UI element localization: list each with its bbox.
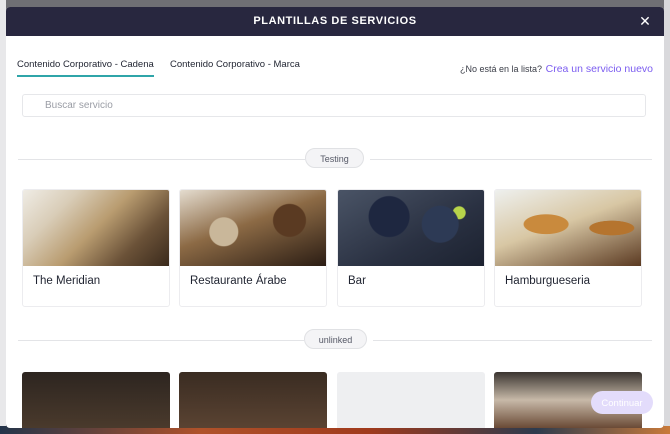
service-name: Bar [348, 275, 366, 287]
service-image [180, 190, 326, 266]
service-card-partial[interactable] [179, 372, 327, 428]
divider-line [373, 340, 652, 341]
group-label-testing: Testing [305, 148, 364, 168]
service-card-hamburgueseria[interactable]: Hamburgueseria [494, 189, 642, 307]
service-image [23, 190, 169, 266]
divider-line [18, 159, 305, 160]
service-image [338, 190, 484, 266]
tab-label: Contenido Corporativo - Marca [170, 59, 300, 70]
service-templates-modal: PLANTILLAS DE SERVICIOS ✕ Contenido Corp… [6, 7, 664, 428]
service-name: Hamburgueseria [505, 275, 591, 287]
modal-title: PLANTILLAS DE SERVICIOS [253, 15, 417, 27]
create-service-link[interactable]: Crea un servicio nuevo [546, 63, 653, 75]
modal-header: PLANTILLAS DE SERVICIOS ✕ [6, 7, 664, 36]
service-card-the-meridian[interactable]: The Meridian [22, 189, 170, 307]
service-image [495, 190, 641, 266]
service-name: Restaurante Árabe [190, 275, 287, 287]
divider-line [18, 340, 304, 341]
tab-corporate-brand[interactable]: Contenido Corporativo - Marca [170, 59, 300, 70]
background-page-right-edge [664, 0, 670, 434]
close-icon[interactable]: ✕ [638, 14, 652, 28]
service-name: The Meridian [33, 275, 101, 287]
service-card-restaurante-arabe[interactable]: Restaurante Árabe [179, 189, 327, 307]
search-input[interactable]: Buscar servicio [22, 94, 646, 117]
service-card-partial[interactable] [337, 372, 485, 428]
service-card-partial[interactable] [22, 372, 170, 428]
search-placeholder: Buscar servicio [45, 100, 113, 111]
divider-line [370, 159, 652, 160]
tab-label: Contenido Corporativo - Cadena [17, 59, 154, 70]
group-label-unlinked: unlinked [304, 329, 367, 349]
continue-button[interactable]: Continuar [591, 391, 653, 414]
service-card-bar[interactable]: Bar [337, 189, 485, 307]
not-listed-text: ¿No está en la lista? [459, 64, 542, 74]
active-tab-underline [17, 75, 154, 77]
tab-corporate-chain[interactable]: Contenido Corporativo - Cadena [17, 59, 154, 77]
